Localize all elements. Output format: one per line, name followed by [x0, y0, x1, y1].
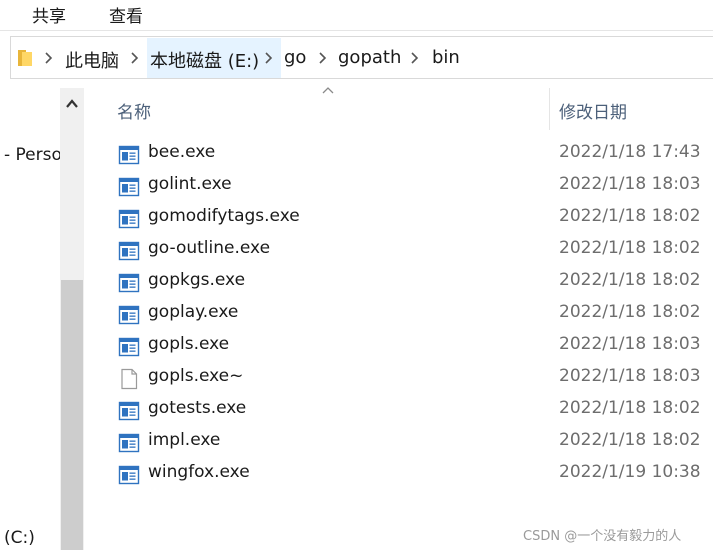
file-modified-date: 2022/1/18 18:02 [559, 238, 701, 258]
crumb-bin[interactable]: bin [432, 47, 460, 68]
file-name: wingfox.exe [148, 462, 250, 482]
file-name: bee.exe [148, 142, 216, 162]
file-row[interactable]: gotests.exe 2022/1/18 18:02 [118, 394, 713, 426]
file-name: gopls.exe [148, 334, 230, 354]
column-header-date[interactable]: 修改日期 [559, 98, 627, 123]
chevron-right-icon[interactable] [43, 51, 53, 65]
file-row[interactable]: gopls.exe~ 2022/1/18 18:03 [118, 362, 713, 394]
file-row[interactable]: bee.exe 2022/1/18 17:43 [118, 138, 713, 170]
chevron-right-icon[interactable] [317, 51, 327, 65]
exe-icon [118, 336, 140, 358]
address-bar[interactable]: 此电脑 本地磁盘 (E:) go gopath bin [10, 36, 713, 79]
file-row[interactable]: gopls.exe 2022/1/18 18:03 [118, 330, 713, 362]
exe-icon [118, 400, 140, 422]
file-modified-date: 2022/1/18 18:02 [559, 430, 701, 450]
file-row[interactable]: impl.exe 2022/1/18 18:02 [118, 426, 713, 458]
scroll-thumb[interactable] [61, 280, 83, 550]
folder-icon [18, 50, 32, 66]
exe-icon [118, 144, 140, 166]
crumb-go[interactable]: go [284, 47, 306, 68]
crumb-this-pc[interactable]: 此电脑 [65, 47, 119, 73]
file-name: gopls.exe~ [148, 366, 244, 386]
file-row[interactable]: go-outline.exe 2022/1/18 18:02 [118, 234, 713, 266]
exe-icon [118, 272, 140, 294]
file-modified-date: 2022/1/18 18:02 [559, 302, 701, 322]
file-name: goplay.exe [148, 302, 239, 322]
file-name: gopkgs.exe [148, 270, 246, 290]
chevron-right-icon[interactable] [263, 51, 273, 65]
file-row[interactable]: golint.exe 2022/1/18 18:03 [118, 170, 713, 202]
ribbon: 共享 查看 [0, 0, 713, 28]
file-name: go-outline.exe [148, 238, 271, 258]
sort-ascending-icon [322, 87, 334, 94]
file-row[interactable]: gomodifytags.exe 2022/1/18 18:02 [118, 202, 713, 234]
file-modified-date: 2022/1/19 10:38 [559, 462, 701, 482]
exe-icon [118, 208, 140, 230]
file-modified-date: 2022/1/18 18:03 [559, 366, 701, 386]
column-divider[interactable] [549, 88, 550, 130]
nav-scrollbar[interactable] [60, 88, 84, 550]
exe-icon [118, 176, 140, 198]
file-modified-date: 2022/1/18 18:02 [559, 398, 701, 418]
file-modified-date: 2022/1/18 18:02 [559, 206, 701, 226]
file-modified-date: 2022/1/18 18:03 [559, 334, 701, 354]
file-modified-date: 2022/1/18 17:43 [559, 142, 701, 162]
file-modified-date: 2022/1/18 18:02 [559, 270, 701, 290]
file-modified-date: 2022/1/18 18:03 [559, 174, 701, 194]
nav-item-drive-c[interactable]: (C:) [4, 528, 35, 548]
exe-icon [118, 304, 140, 326]
column-header-name[interactable]: 名称 [117, 98, 151, 123]
ribbon-tab-share[interactable]: 共享 [32, 2, 66, 27]
crumb-local-disk-e[interactable]: 本地磁盘 (E:) [150, 47, 259, 73]
exe-icon [118, 432, 140, 454]
blank-file-icon [118, 368, 140, 390]
chevron-right-icon[interactable] [129, 51, 139, 65]
file-name: impl.exe [148, 430, 221, 450]
file-name: gomodifytags.exe [148, 206, 300, 226]
nav-item-personal[interactable]: - Perso [4, 145, 62, 165]
file-row[interactable]: wingfox.exe 2022/1/19 10:38 [118, 458, 713, 490]
ribbon-tab-view[interactable]: 查看 [109, 2, 143, 27]
crumb-gopath[interactable]: gopath [338, 47, 401, 68]
file-name: gotests.exe [148, 398, 247, 418]
watermark: CSDN @一个没有毅力的人 [523, 529, 682, 544]
ribbon-divider [0, 30, 713, 31]
chevron-right-icon[interactable] [409, 51, 419, 65]
file-row[interactable]: gopkgs.exe 2022/1/18 18:02 [118, 266, 713, 298]
file-row[interactable]: goplay.exe 2022/1/18 18:02 [118, 298, 713, 330]
exe-icon [118, 240, 140, 262]
exe-icon [118, 464, 140, 486]
file-name: golint.exe [148, 174, 232, 194]
chevron-up-icon[interactable] [60, 88, 84, 118]
